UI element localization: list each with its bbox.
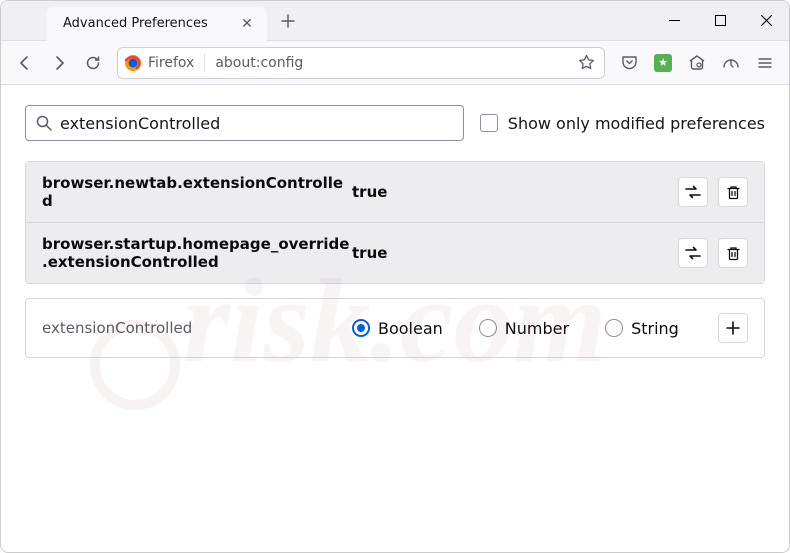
radio-label: Number	[505, 319, 569, 338]
reload-button[interactable]	[77, 47, 109, 79]
new-preference-row: extensionControlled Boolean Number Strin…	[25, 298, 765, 358]
radio-icon	[605, 319, 623, 337]
minimize-button[interactable]	[651, 1, 697, 41]
pocket-icon[interactable]	[613, 47, 645, 79]
toggle-button[interactable]	[678, 177, 708, 207]
new-tab-button[interactable]	[273, 6, 303, 36]
bookmark-icon[interactable]	[574, 51, 598, 75]
preference-row[interactable]: browser.newtab.extensionControlled true	[26, 162, 764, 223]
delete-button[interactable]	[718, 177, 748, 207]
search-box[interactable]	[25, 105, 464, 141]
radio-label: String	[631, 319, 679, 338]
new-preference-name: extensionControlled	[42, 319, 352, 337]
checkbox-icon	[480, 114, 498, 132]
forward-button[interactable]	[43, 47, 75, 79]
extension-icon[interactable]: ★	[647, 47, 679, 79]
preference-name: browser.newtab.extensionControlled	[42, 174, 352, 210]
radio-label: Boolean	[378, 319, 443, 338]
preference-value: true	[352, 244, 678, 262]
toggle-button[interactable]	[678, 238, 708, 268]
close-tab-icon[interactable]: ✕	[237, 14, 257, 34]
add-button[interactable]	[718, 313, 748, 343]
radio-boolean[interactable]: Boolean	[352, 319, 443, 338]
radio-icon	[479, 319, 497, 337]
menu-button[interactable]	[749, 47, 781, 79]
delete-button[interactable]	[718, 238, 748, 268]
search-icon	[36, 115, 52, 131]
firefox-icon	[124, 54, 142, 72]
urlbar-prefix: Firefox	[148, 55, 194, 71]
radio-string[interactable]: String	[605, 319, 679, 338]
maximize-button[interactable]	[697, 1, 743, 41]
radio-icon	[352, 319, 370, 337]
show-modified-checkbox[interactable]: Show only modified preferences	[480, 114, 765, 133]
tab-title: Advanced Preferences	[63, 16, 229, 31]
preference-row[interactable]: browser.startup.homepage_override.extens…	[26, 223, 764, 283]
preference-list: browser.newtab.extensionControlled true …	[25, 161, 765, 284]
search-input[interactable]	[60, 114, 453, 133]
checkbox-label-text: Show only modified preferences	[508, 114, 765, 133]
preference-value: true	[352, 183, 678, 201]
url-bar[interactable]: Firefox about:config	[117, 47, 605, 79]
browser-tab[interactable]: Advanced Preferences ✕	[47, 7, 267, 41]
type-radio-group: Boolean Number String	[352, 319, 718, 338]
urlbar-address: about:config	[215, 55, 303, 71]
account-icon[interactable]	[681, 47, 713, 79]
radio-number[interactable]: Number	[479, 319, 569, 338]
preference-name: browser.startup.homepage_override.extens…	[42, 235, 352, 271]
performance-icon[interactable]	[715, 47, 747, 79]
close-window-button[interactable]	[743, 1, 789, 41]
back-button[interactable]	[9, 47, 41, 79]
